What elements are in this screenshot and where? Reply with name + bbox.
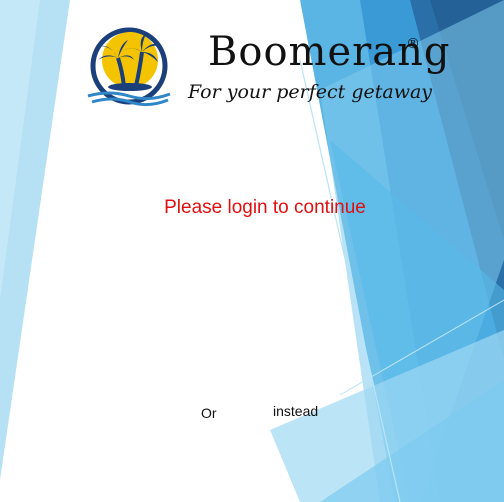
instead-text: instead: [273, 403, 319, 419]
registered-mark: ®: [406, 36, 420, 52]
brand-tagline: For your perfect getaway: [188, 81, 433, 103]
palm-tree-sunset-icon: [87, 27, 171, 107]
or-text: Or: [201, 405, 217, 421]
login-prompt: Please login to continue: [164, 197, 366, 218]
alternative-login-link[interactable]: [229, 402, 269, 422]
